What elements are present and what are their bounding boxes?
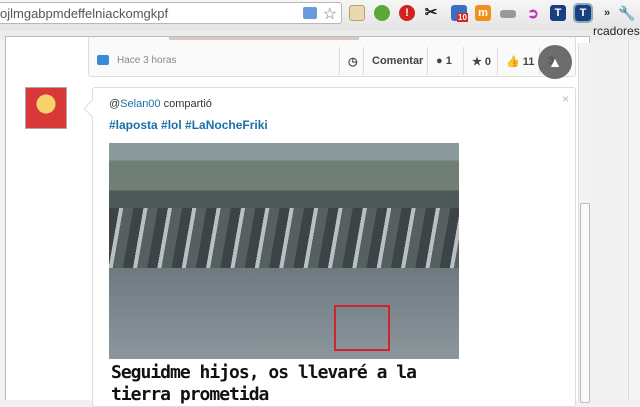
- image-caption: Seguidme hijos, os llevaré a la tierra pr…: [111, 362, 417, 406]
- extension-popup: Hace 3 horas ◷ Comentar ● 1 ★ 0 👍 11 3 ▲…: [5, 36, 590, 407]
- avatar[interactable]: [25, 87, 67, 129]
- camera-icon: [97, 55, 109, 65]
- refresh-extension-icon[interactable]: [374, 5, 390, 21]
- stars-value: 0: [484, 56, 492, 68]
- caption-line: tierra prometida: [111, 384, 269, 405]
- alert-extension-icon[interactable]: !: [399, 5, 415, 21]
- likes-value: 11: [522, 56, 535, 68]
- scissors-icon[interactable]: ✂: [423, 5, 439, 21]
- post-image[interactable]: [109, 143, 459, 359]
- taringa-extension-icon[interactable]: T: [573, 3, 593, 23]
- post-card: @Selan00 compartió #laposta #lol #LaNoch…: [92, 87, 576, 407]
- t-extension-icon[interactable]: T: [550, 5, 566, 21]
- highlight-box: [334, 305, 390, 351]
- post-hashtags[interactable]: #laposta #lol #LaNocheFriki: [109, 118, 268, 132]
- clipboard-icon[interactable]: [349, 5, 365, 21]
- scrollbar-thumb[interactable]: [580, 203, 590, 403]
- comment-button[interactable]: Comentar: [363, 47, 431, 75]
- comments-count[interactable]: ● 1: [427, 47, 460, 75]
- other-bookmarks-label[interactable]: rcadores: [593, 24, 640, 38]
- extension-icon[interactable]: [303, 7, 317, 19]
- comments-value: 1: [445, 55, 452, 67]
- caption-line: Seguidme hijos, os llevaré a la: [111, 362, 417, 383]
- popup-scrollbar[interactable]: [578, 43, 590, 403]
- extension-badge-icon[interactable]: 10: [451, 5, 468, 22]
- post-author-line: @Selan00 compartió: [109, 98, 212, 110]
- arrow-extension-icon[interactable]: ➲: [525, 5, 541, 21]
- clock-icon: ◷: [339, 47, 366, 75]
- wrench-icon[interactable]: 🔧: [618, 5, 635, 21]
- url-text: ojlmgabpmdeffelniackomgkpf: [0, 6, 169, 21]
- camera-extension-icon[interactable]: [500, 10, 516, 18]
- flooded-road: [109, 268, 459, 359]
- address-bar[interactable]: ojlmgabpmdeffelniackomgkpf ☆: [0, 2, 342, 24]
- page-scrollbar[interactable]: [628, 40, 640, 400]
- more-extensions-icon[interactable]: »: [599, 5, 615, 21]
- author-link[interactable]: Selan00: [120, 98, 160, 110]
- post-image-bottom: [169, 37, 359, 40]
- at-sign: @: [109, 98, 121, 110]
- post-time: Hace 3 horas: [117, 55, 177, 66]
- bookmark-star-icon[interactable]: ☆: [323, 4, 337, 24]
- post-card-previous: Hace 3 horas ◷ Comentar ● 1 ★ 0 👍 11 3: [88, 37, 576, 77]
- browser-toolbar: ojlmgabpmdeffelniackomgkpf ☆ ! ✂ 10 m ➲ T…: [0, 0, 640, 30]
- action-text: compartió: [163, 98, 212, 110]
- stars-count[interactable]: ★ 0: [463, 47, 499, 75]
- likes-count[interactable]: 👍 11: [497, 47, 542, 75]
- close-icon[interactable]: ×: [562, 92, 569, 106]
- badge-count: 10: [457, 13, 468, 22]
- scroll-top-button[interactable]: ▲: [538, 45, 572, 79]
- m-extension-icon[interactable]: m: [475, 5, 491, 21]
